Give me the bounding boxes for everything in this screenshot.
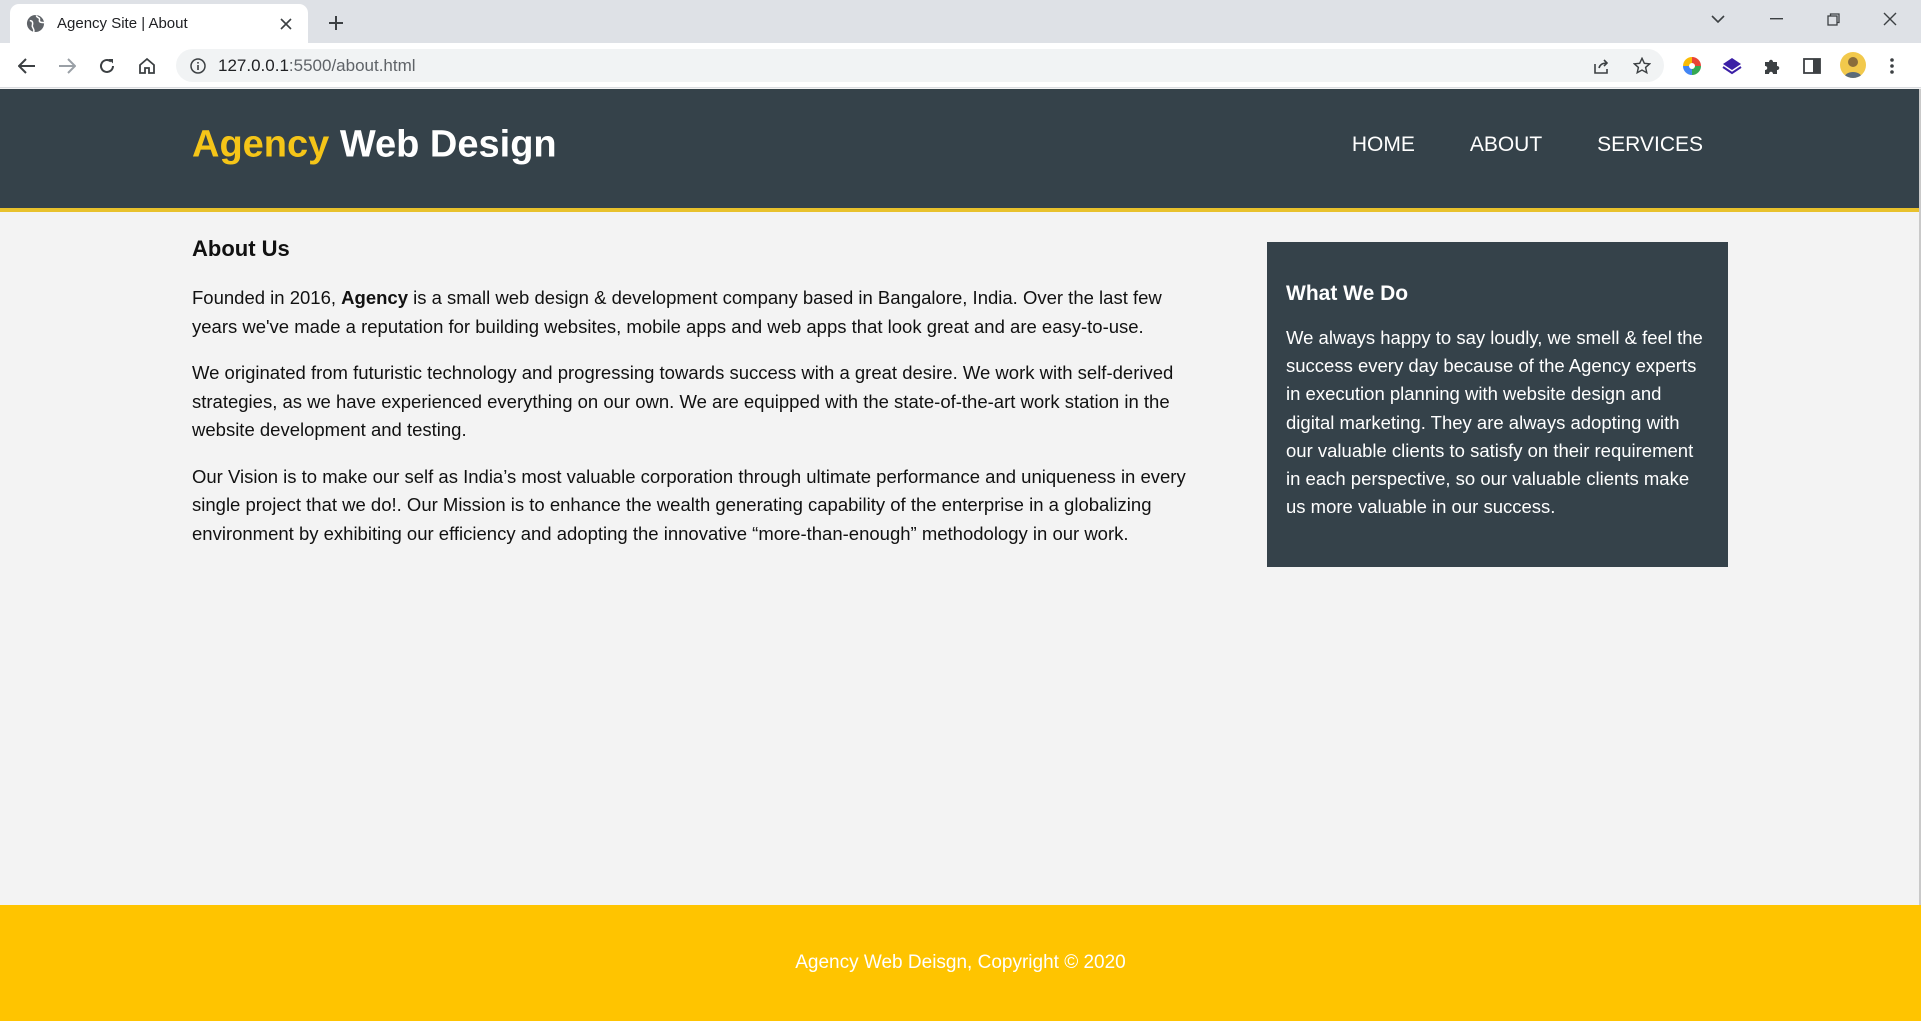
sidebar-text: We always happy to say loudly, we smell …: [1286, 327, 1703, 518]
share-icon[interactable]: [1590, 55, 1612, 77]
nav-about[interactable]: ABOUT: [1470, 133, 1542, 157]
main-nav: HOME ABOUT SERVICES: [1352, 133, 1703, 157]
brand-rest: Web Design: [339, 123, 557, 166]
globe-favicon-icon: [26, 14, 45, 33]
color-wheel-extension-icon[interactable]: [1680, 54, 1704, 78]
kebab-menu-icon[interactable]: [1880, 54, 1904, 78]
reload-icon[interactable]: [90, 49, 124, 83]
home-icon[interactable]: [130, 49, 164, 83]
info-icon[interactable]: [188, 56, 208, 76]
browser-tab-strip: Agency Site | About: [0, 0, 1921, 43]
minimize-icon[interactable]: [1749, 0, 1803, 38]
browser-tab[interactable]: Agency Site | About: [10, 4, 308, 43]
avatar[interactable]: [1840, 52, 1866, 78]
footer-copyright: Agency Web Deisgn, Copyright © 2020: [795, 952, 1126, 973]
brand-highlight: Agency: [192, 123, 330, 166]
about-section: About Us Founded in 2016, Agency is a sm…: [192, 236, 1192, 566]
chevron-down-icon[interactable]: [1691, 0, 1745, 38]
sidebar-heading: What We Do: [1286, 282, 1409, 305]
window-close-icon[interactable]: [1863, 0, 1917, 38]
about-paragraph-3: Our Vision is to make our self as India’…: [192, 465, 1186, 544]
plus-icon[interactable]: [322, 9, 350, 37]
about-paragraph-2: We originated from futuristic technology…: [192, 362, 1174, 440]
back-icon[interactable]: [10, 49, 44, 83]
nav-home[interactable]: HOME: [1352, 133, 1415, 157]
site-footer: Agency Web Deisgn, Copyright © 2020: [0, 905, 1921, 1021]
site-header: Agency Web Design HOME ABOUT SERVICES: [0, 89, 1921, 212]
forward-icon[interactable]: [50, 49, 84, 83]
nav-services[interactable]: SERVICES: [1597, 133, 1703, 157]
about-p1-before: Founded in 2016,: [192, 287, 342, 308]
side-panel-icon[interactable]: [1800, 54, 1824, 78]
site-brand[interactable]: Agency Web Design: [192, 124, 557, 167]
address-bar[interactable]: 127.0.0.1:5500/about.html: [176, 49, 1664, 82]
url-host: 127.0.0.1: [218, 55, 289, 75]
tab-title: Agency Site | About: [57, 15, 188, 32]
about-p1-bold: Agency: [341, 287, 408, 308]
about-paragraph-1: Founded in 2016, Agency is a small web d…: [192, 284, 1192, 341]
star-icon[interactable]: [1631, 55, 1653, 77]
browser-toolbar: 127.0.0.1:5500/about.html: [0, 43, 1921, 88]
restore-icon[interactable]: [1806, 0, 1860, 38]
url-path: :5500/about.html: [288, 55, 416, 75]
layers-extension-icon[interactable]: [1720, 54, 1744, 78]
puzzle-icon[interactable]: [1760, 54, 1784, 78]
close-icon[interactable]: [276, 14, 296, 34]
what-we-do-sidebar: What We Do We always happy to say loudly…: [1267, 242, 1728, 567]
about-heading: About Us: [192, 236, 290, 261]
